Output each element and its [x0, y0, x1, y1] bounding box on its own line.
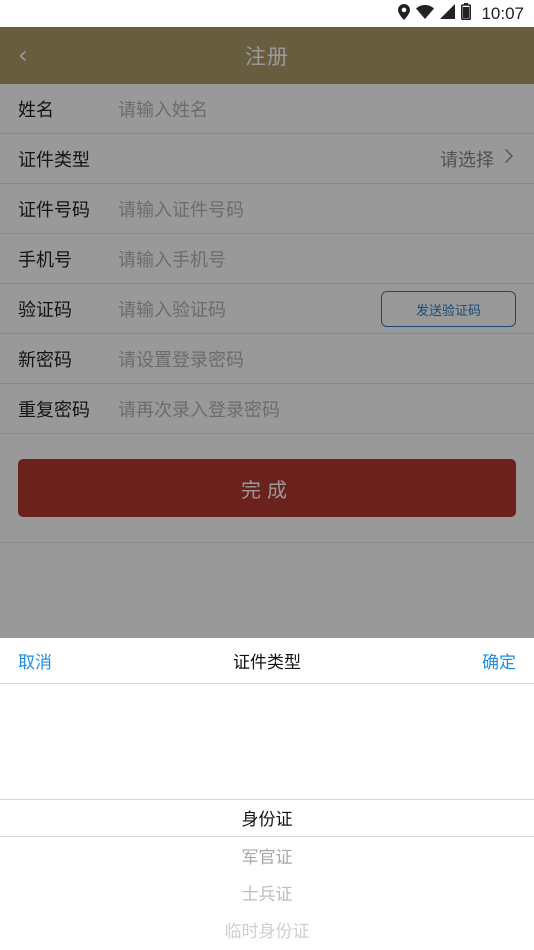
picker-confirm-button[interactable]: 确定	[482, 648, 516, 673]
clock: 10:07	[481, 3, 524, 23]
modal-backdrop[interactable]	[0, 27, 534, 638]
picker-option[interactable]: 身份证	[0, 805, 534, 830]
picker-cancel-button[interactable]: 取消	[18, 648, 52, 673]
selection-top-line	[0, 799, 534, 800]
picker-title: 证件类型	[233, 653, 301, 673]
signal-icon	[440, 4, 456, 23]
picker-wheel[interactable]: 身份证 军官证 士兵证 临时身份证	[0, 684, 534, 950]
id-type-picker: 取消 证件类型 确定 身份证 军官证 士兵证 临时身份证	[0, 638, 534, 950]
picker-option[interactable]: 临时身份证	[0, 917, 534, 942]
selection-bottom-line	[0, 836, 534, 837]
picker-option[interactable]: 军官证	[0, 843, 534, 868]
picker-toolbar: 取消 证件类型 确定	[0, 638, 534, 684]
picker-option[interactable]: 士兵证	[0, 880, 534, 905]
location-icon	[398, 3, 411, 24]
battery-icon	[461, 3, 472, 24]
wifi-icon	[416, 4, 435, 23]
status-bar: 10:07	[0, 0, 534, 27]
